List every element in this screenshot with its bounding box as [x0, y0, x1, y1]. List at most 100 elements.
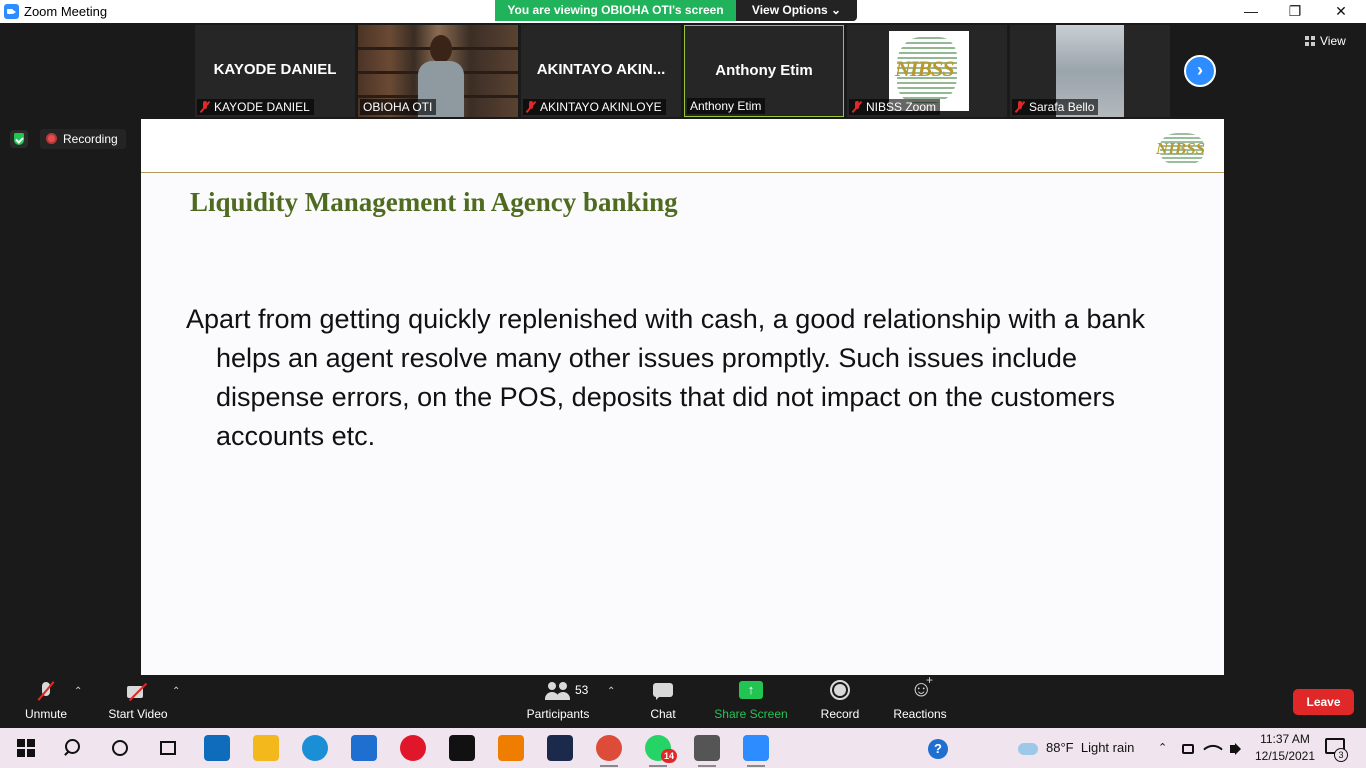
- video-off-icon: [125, 681, 151, 703]
- next-participants-button[interactable]: ›: [1184, 55, 1216, 87]
- clock-time: 11:37 AM: [1260, 732, 1310, 746]
- task-view-icon[interactable]: [154, 734, 182, 762]
- share-screen-label: Share Screen: [714, 707, 788, 721]
- edge-icon[interactable]: [302, 735, 328, 761]
- participants-options-caret[interactable]: ⌃: [607, 686, 615, 697]
- participants-button[interactable]: 53 Participants: [524, 681, 592, 721]
- slide-body-text: Apart from getting quickly replenished w…: [186, 304, 1146, 451]
- zoom-window: Zoom Meeting You are viewing OBIOHA OTI'…: [0, 0, 1366, 728]
- participant-tile-active-speaker[interactable]: Anthony Etim Anthony Etim: [684, 25, 844, 117]
- participant-name: KAYODE DANIEL: [213, 61, 337, 78]
- system-clock[interactable]: 11:37 AM 12/15/2021: [1252, 731, 1318, 765]
- record-icon: [827, 680, 853, 703]
- participant-label-text: KAYODE DANIEL: [214, 100, 310, 114]
- participant-name: AKINTAYO AKIN...: [536, 61, 666, 78]
- tray-overflow-caret[interactable]: ⌃: [1158, 728, 1167, 768]
- weather-widget[interactable]: 88°F Light rain: [1018, 728, 1134, 768]
- vlc-icon[interactable]: [498, 735, 524, 761]
- participant-label: NIBSS Zoom: [849, 99, 941, 115]
- shared-screen: NIBSS Liquidity Management in Agency ban…: [141, 119, 1224, 675]
- weather-cloud-icon: [1018, 742, 1038, 755]
- whatsapp-icon[interactable]: 14: [645, 735, 677, 767]
- volume-icon[interactable]: [1230, 728, 1241, 768]
- video-options-caret[interactable]: ⌃: [172, 686, 180, 697]
- start-video-button[interactable]: Start Video: [104, 681, 172, 721]
- share-screen-button[interactable]: Share Screen: [712, 681, 790, 721]
- chat-label: Chat: [650, 707, 676, 721]
- reactions-label: Reactions: [893, 707, 947, 721]
- participant-label: KAYODE DANIEL: [197, 99, 314, 115]
- participants-label: Participants: [526, 707, 590, 721]
- help-icon[interactable]: ?: [928, 728, 948, 768]
- participant-tile[interactable]: KAYODE DANIEL KAYODE DANIEL: [195, 25, 355, 117]
- leave-button[interactable]: Leave: [1293, 689, 1354, 715]
- audio-options-caret[interactable]: ⌃: [74, 686, 82, 697]
- weather-temperature: 88°F: [1046, 740, 1074, 755]
- view-button[interactable]: View: [1305, 34, 1346, 48]
- muted-mic-icon: [1015, 101, 1025, 113]
- visual-studio-icon[interactable]: [547, 735, 573, 761]
- windows-taskbar: 14 ? 88°F Light rain ⌃ 11:37 AM 12/15/202…: [0, 728, 1366, 768]
- view-options-button[interactable]: View Options ⌄: [736, 0, 857, 21]
- meet-now-icon[interactable]: [1182, 728, 1194, 768]
- close-button[interactable]: ✕: [1318, 0, 1364, 23]
- microsoft-store-icon[interactable]: [204, 735, 230, 761]
- recording-label: Recording: [63, 132, 118, 146]
- muted-mic-icon: [852, 101, 862, 113]
- participant-label: OBIOHA OTI: [360, 99, 437, 115]
- record-dot-icon: [46, 133, 57, 144]
- minimize-button[interactable]: —: [1228, 0, 1274, 23]
- unread-badge: 14: [661, 749, 677, 763]
- mail-icon[interactable]: [351, 735, 377, 761]
- muted-mic-icon: [200, 101, 210, 113]
- viewing-screen-banner: You are viewing OBIOHA OTI's screen: [495, 0, 736, 21]
- settings-icon[interactable]: [694, 735, 720, 767]
- chat-button[interactable]: Chat: [643, 681, 683, 721]
- security-shield-icon[interactable]: [10, 130, 28, 148]
- window-title: Zoom Meeting: [24, 4, 108, 19]
- weather-description: Light rain: [1080, 740, 1135, 755]
- participant-label-text: OBIOHA OTI: [363, 100, 433, 114]
- title-bar: Zoom Meeting You are viewing OBIOHA OTI'…: [0, 0, 1366, 23]
- nibss-logo: NIBSS: [1154, 131, 1214, 165]
- participant-label-text: NIBSS Zoom: [866, 100, 937, 114]
- slide-header-bar: NIBSS: [141, 119, 1224, 173]
- share-screen-icon: [738, 681, 764, 703]
- participant-label-text: Sarafa Bello: [1029, 100, 1095, 114]
- participant-label: Sarafa Bello: [1012, 99, 1099, 115]
- participant-label-text: Anthony Etim: [690, 99, 762, 113]
- meeting-toolbar: Unmute ⌃ Start Video ⌃ 53 Participants ⌃…: [0, 673, 1366, 728]
- recording-indicator[interactable]: Recording: [40, 129, 126, 149]
- participant-tile[interactable]: NIBSS NIBSS Zoom: [847, 25, 1007, 117]
- record-label: Record: [820, 707, 860, 721]
- participants-icon: [545, 681, 571, 703]
- participant-label: AKINTAYO AKINLOYE: [523, 99, 666, 115]
- start-video-label: Start Video: [108, 707, 168, 721]
- cortana-icon[interactable]: [106, 734, 134, 762]
- search-icon[interactable]: [58, 734, 86, 762]
- chrome-icon[interactable]: [596, 735, 622, 767]
- muted-mic-icon: [526, 101, 536, 113]
- record-button[interactable]: Record: [816, 680, 864, 721]
- clock-date: 12/15/2021: [1254, 749, 1316, 763]
- dropbox-icon[interactable]: [449, 735, 475, 761]
- restore-button[interactable]: ❐: [1272, 0, 1318, 23]
- wifi-icon[interactable]: [1203, 728, 1223, 768]
- reactions-button[interactable]: Reactions: [890, 673, 950, 721]
- file-explorer-icon[interactable]: [253, 735, 279, 761]
- opera-icon[interactable]: [400, 735, 426, 761]
- start-button-icon[interactable]: [12, 734, 40, 762]
- participant-label-text: AKINTAYO AKINLOYE: [540, 100, 662, 114]
- participant-tile[interactable]: Sarafa Bello: [1010, 25, 1170, 117]
- participant-tile[interactable]: AKINTAYO AKIN... AKINTAYO AKINLOYE: [521, 25, 681, 117]
- participant-name: Anthony Etim: [715, 62, 813, 79]
- view-label: View: [1320, 34, 1346, 48]
- unmute-button[interactable]: Unmute: [18, 681, 74, 721]
- participant-tile[interactable]: OBIOHA OTI: [358, 25, 518, 117]
- reactions-icon: [907, 673, 933, 703]
- slide-title: Liquidity Management in Agency banking: [190, 187, 678, 217]
- muted-microphone-icon: [33, 681, 59, 703]
- zoom-icon[interactable]: [743, 735, 769, 767]
- grid-view-icon: [1305, 36, 1315, 46]
- unmute-label: Unmute: [24, 707, 68, 721]
